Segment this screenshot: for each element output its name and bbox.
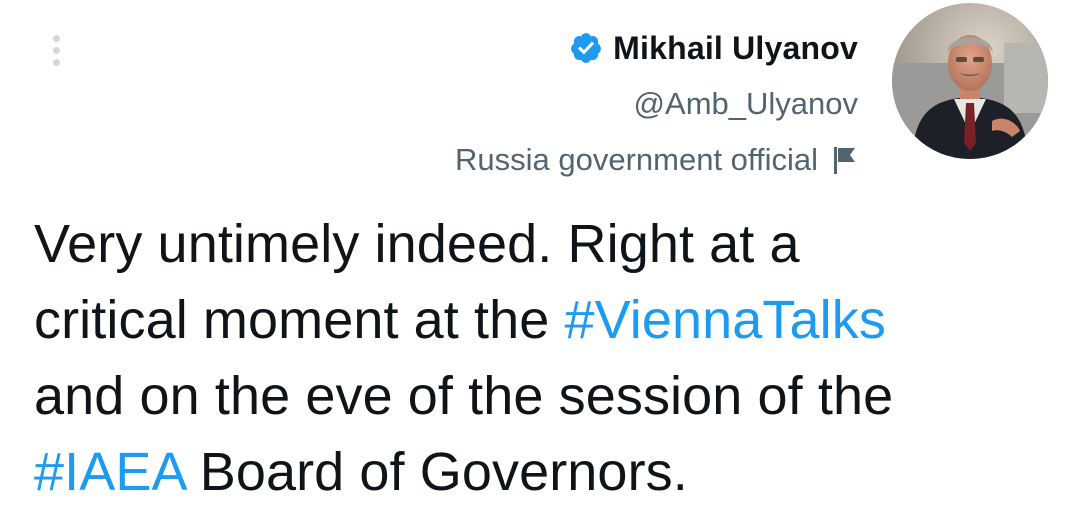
tweet-text-segment: critical moment at the <box>34 290 565 350</box>
tweet-text-line: critical moment at the #ViennaTalks <box>34 282 1064 358</box>
tweet-text-segment: Board of Governors. <box>184 442 688 502</box>
more-options-button[interactable] <box>38 28 74 72</box>
avatar[interactable] <box>892 3 1048 159</box>
hashtag-link-iaea[interactable]: #IAEA <box>34 442 185 502</box>
more-vertical-icon-dot <box>52 46 60 54</box>
tweet-card: Mikhail Ulyanov @Amb_Ulyanov Russia gove… <box>0 0 1080 529</box>
hashtag-link-viennatalks[interactable]: #ViennaTalks <box>565 290 886 350</box>
tweet-text-line: Very untimely indeed. Right at a <box>34 214 800 274</box>
profile-photo <box>892 3 1048 159</box>
government-label-row: Russia government official <box>455 138 858 182</box>
tweet-text-line: #IAEA Board of Governors. <box>34 434 1064 510</box>
author-block: Mikhail Ulyanov @Amb_Ulyanov Russia gove… <box>455 22 858 182</box>
tweet-text-line: and on the eve of the session of the <box>34 366 894 426</box>
tweet-text: Very untimely indeed. Right at a critica… <box>34 206 1064 510</box>
more-vertical-icon-dot <box>52 58 60 66</box>
verified-badge-icon <box>571 33 602 63</box>
author-name-row[interactable]: Mikhail Ulyanov <box>569 22 858 74</box>
government-label: Russia government official <box>455 142 818 177</box>
author-handle[interactable]: @Amb_Ulyanov <box>634 82 858 126</box>
more-vertical-icon-dot <box>52 34 60 42</box>
author-display-name[interactable]: Mikhail Ulyanov <box>613 30 858 67</box>
flag-icon <box>834 147 855 174</box>
